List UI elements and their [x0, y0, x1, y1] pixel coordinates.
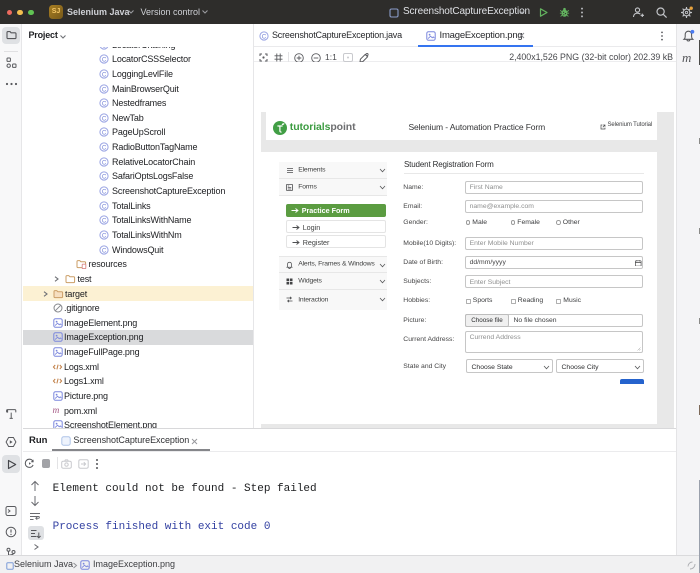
svg-text:C: C [102, 174, 107, 181]
svg-text:C: C [102, 218, 107, 225]
svg-text:C: C [102, 47, 107, 50]
svg-text:C: C [102, 57, 107, 64]
svg-text:C: C [102, 101, 107, 108]
svg-text:C: C [262, 33, 267, 40]
svg-text:C: C [102, 130, 107, 137]
svg-text:C: C [102, 203, 107, 210]
svg-text:C: C [102, 159, 107, 166]
svg-text:C: C [102, 115, 107, 122]
svg-text:C: C [102, 71, 107, 78]
svg-text:C: C [102, 86, 107, 93]
svg-text:C: C [102, 144, 107, 151]
svg-text:C: C [102, 188, 107, 195]
svg-text:C: C [102, 247, 107, 254]
svg-text:C: C [102, 232, 107, 239]
